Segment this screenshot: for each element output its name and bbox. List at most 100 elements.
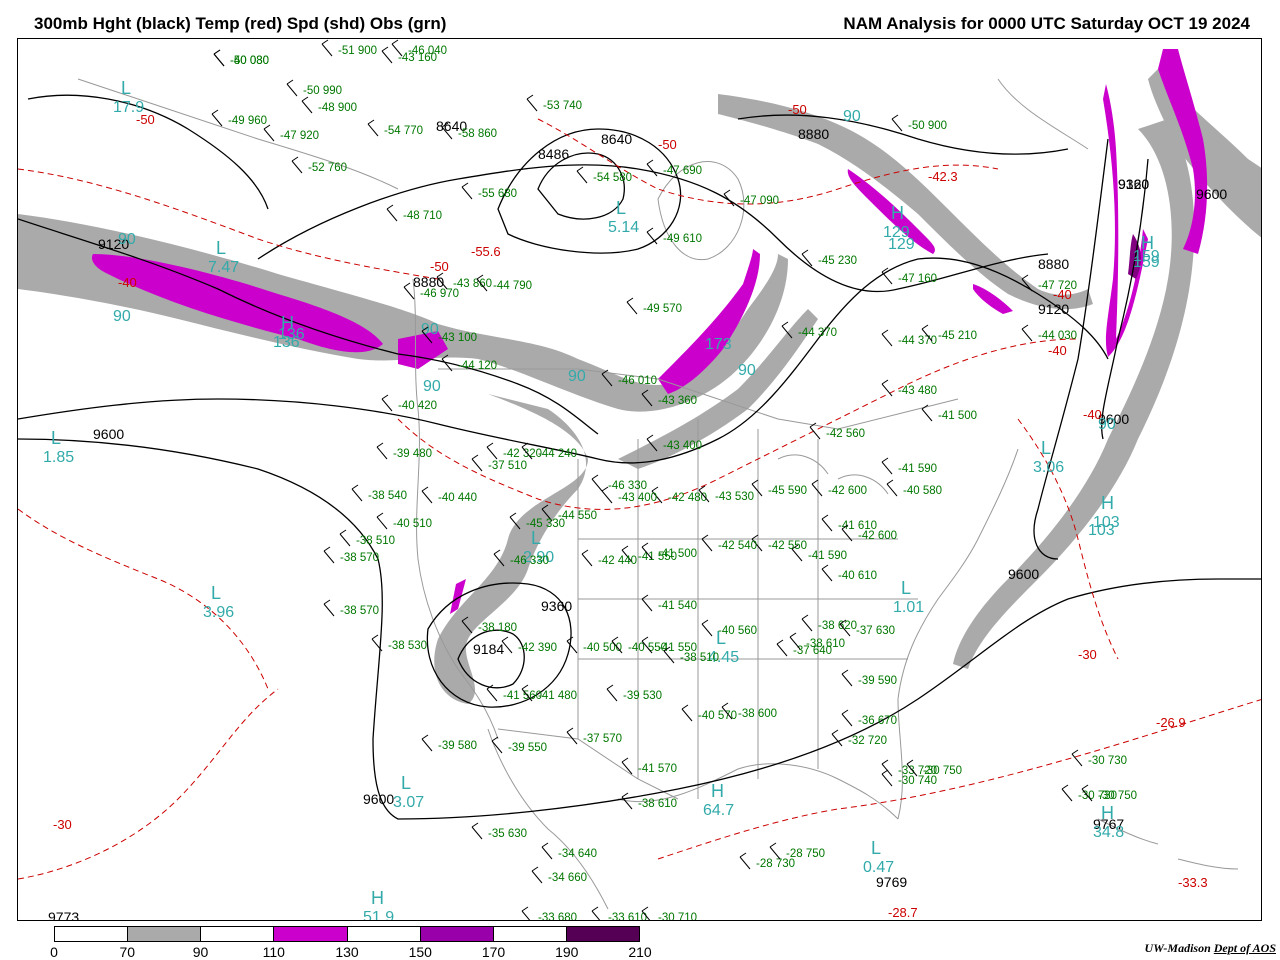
- wind-barb: [576, 170, 588, 184]
- wind-barb-flag: [581, 549, 589, 555]
- station-observation: -52 760: [308, 162, 347, 174]
- wind-barb: [591, 910, 601, 920]
- station-observation: -55 680: [478, 188, 517, 200]
- wind-barb-flag: [461, 182, 469, 188]
- wind-barb-flag: [301, 96, 309, 102]
- wind-barb-flag: [541, 842, 549, 848]
- pressure-center-letter: H: [1101, 493, 1114, 513]
- wind-barb-flag: [471, 822, 479, 828]
- wind-barb-flag: [721, 702, 729, 708]
- station-observation: -50 990: [303, 85, 342, 97]
- wind-barb-flag: [801, 614, 809, 620]
- colorbar-segment: [128, 927, 202, 941]
- wind-barb: [581, 553, 593, 567]
- station-observation: -42 320: [503, 448, 542, 460]
- wind-barb-flag: [621, 545, 629, 551]
- wind-barb-flag: [776, 639, 784, 645]
- station-observation: -33 680: [538, 912, 577, 921]
- wind-barb: [531, 870, 543, 884]
- station-observation: -44 370: [898, 335, 937, 347]
- station-observation: -38 570: [340, 605, 379, 617]
- wind-barb: [881, 763, 893, 777]
- wind-barb-flag: [566, 636, 574, 642]
- station-observation: -47 160: [898, 273, 937, 285]
- pressure-center-letter: L: [401, 773, 411, 793]
- station-observation: -47 720: [1038, 280, 1077, 292]
- colorbar-tick-label: 70: [119, 944, 136, 960]
- wind-barb-flag: [531, 866, 539, 872]
- wind-barb: [641, 598, 653, 612]
- station-observation: -43 530: [715, 491, 754, 503]
- isotherm-minus30-south: [18, 688, 1261, 880]
- wind-barb: [1021, 328, 1033, 342]
- height-contour-label: 8640: [601, 131, 632, 147]
- pressure-center-value: 3.96: [203, 604, 234, 621]
- wind-barb: [339, 533, 351, 547]
- wind-barb-flag: [521, 906, 529, 912]
- station-observation: -40 570: [698, 710, 737, 722]
- station-observation: -40 560: [718, 625, 757, 637]
- station-observation: -37 570: [583, 733, 622, 745]
- wind-barb-flag: [211, 109, 219, 115]
- wind-barb-flag: [831, 729, 839, 735]
- wind-barb: [881, 461, 893, 475]
- weather-map: 9120 8880 8640 8640 8486 8880 8880 9120 9120 9360…: [17, 38, 1262, 921]
- wind-barb: [263, 128, 275, 142]
- wind-barb-flag: [881, 457, 889, 463]
- station-observation: -32 720: [848, 735, 887, 747]
- height-contour-label: 9600: [1196, 186, 1227, 202]
- wind-barb-flag: [1081, 784, 1089, 790]
- station-observation: -45 330: [526, 518, 565, 530]
- wind-barb: [321, 43, 333, 57]
- station-observation: -38 600: [738, 708, 777, 720]
- wind-barb-flag: [213, 49, 221, 55]
- wind-barb: [301, 100, 313, 114]
- station-observation: -42 600: [828, 485, 867, 497]
- wind-barb-flag: [626, 297, 634, 303]
- height-contour-label: 9120: [1038, 301, 1069, 317]
- station-observation: -43 400: [618, 492, 657, 504]
- wind-barb-flag: [886, 479, 894, 485]
- station-observation: -51 900: [338, 45, 377, 57]
- wind-barb: [521, 910, 531, 920]
- contour-8486-low: [537, 152, 625, 220]
- wind-barb: [286, 83, 298, 97]
- station-observation: -39 480: [393, 448, 432, 460]
- station-observation: -38 510: [680, 652, 719, 664]
- station-observation: -41 500: [938, 410, 977, 422]
- temperature-contour-label: -26.9: [1156, 715, 1186, 730]
- wind-barb-flag: [906, 759, 914, 765]
- wind-barb: [351, 488, 363, 502]
- wind-barb: [386, 208, 398, 222]
- pressure-center-letter: L: [121, 78, 131, 98]
- wind-barb-flag: [723, 189, 731, 195]
- wind-barb: [421, 738, 433, 752]
- wind-barb: [921, 408, 933, 422]
- wind-barb-flag: [391, 39, 399, 45]
- pressure-center-letter: L: [1041, 438, 1051, 458]
- wind-barb-flag: [386, 204, 394, 210]
- station-observation: -40 500: [583, 642, 622, 654]
- wind-barb-flag: [367, 119, 375, 125]
- map-canvas: 9120888086408640848688808880912091209360…: [18, 39, 1261, 921]
- station-observation: -54 580: [593, 172, 632, 184]
- height-contour-label: 9360: [541, 598, 572, 614]
- station-observation: -36 670: [858, 715, 897, 727]
- speed-label: 90: [423, 378, 441, 395]
- height-contour-label: 9600: [1008, 566, 1039, 582]
- isotherm-minus40-pacific: [18, 508, 269, 690]
- temperature-contour-label: -30: [1078, 647, 1097, 662]
- wind-barb-flag: [376, 442, 384, 448]
- station-observation: -45 230: [818, 255, 857, 267]
- colorbar-segment: [55, 927, 129, 941]
- station-observation: -42 390: [518, 642, 557, 654]
- speed-label: 90: [113, 308, 131, 325]
- station-observation: -41 590: [808, 550, 847, 562]
- station-observation: -40 610: [838, 570, 877, 582]
- station-observation: -44 030: [1038, 330, 1077, 342]
- wind-barb-flag: [606, 684, 614, 690]
- pressure-center-value: 129: [883, 224, 910, 241]
- wind-barb-flag: [646, 159, 654, 165]
- station-observation: -39 550: [508, 742, 547, 754]
- wind-barb-flag: [526, 94, 534, 100]
